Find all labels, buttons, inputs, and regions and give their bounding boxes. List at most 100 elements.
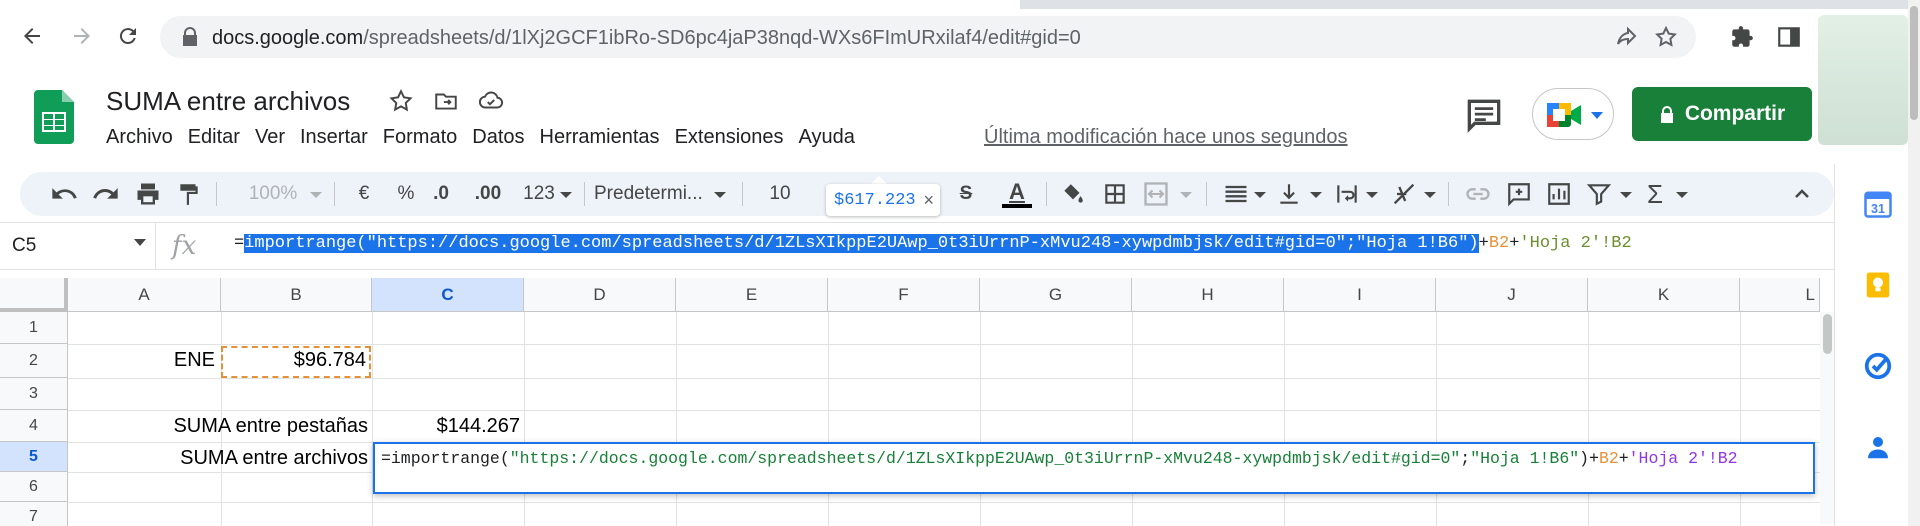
print-icon[interactable] [134, 180, 162, 208]
column-header-b[interactable]: B [221, 278, 372, 312]
extensions-icon[interactable] [1729, 24, 1755, 50]
column-header-a[interactable]: A [68, 278, 221, 312]
row-header-4[interactable]: 4 [0, 410, 68, 442]
row-header-1[interactable]: 1 [0, 312, 68, 344]
gridline [68, 410, 1834, 411]
menu-ayuda[interactable]: Ayuda [799, 126, 870, 156]
comments-icon[interactable] [1462, 94, 1506, 138]
increase-decimal-button[interactable]: .00 [470, 180, 506, 208]
menu-ver[interactable]: Ver [255, 126, 300, 156]
menu-extensiones[interactable]: Extensiones [675, 126, 799, 156]
filter-icon[interactable] [1586, 180, 1612, 208]
lock-icon[interactable] [178, 25, 202, 49]
close-icon[interactable]: × [923, 190, 934, 211]
bookmark-star-icon[interactable] [1654, 25, 1678, 49]
cell-c4[interactable]: $144.267 [372, 415, 520, 438]
address-bar[interactable]: docs.google.com/spreadsheets/d/1lXj2GCF1… [160, 16, 1696, 58]
row-header-2[interactable]: 2 [0, 344, 68, 378]
profile-thumbnail[interactable] [1818, 15, 1908, 145]
row-header-3[interactable]: 3 [0, 378, 68, 410]
tasks-icon[interactable] [1863, 351, 1893, 381]
menu-insertar[interactable]: Insertar [300, 126, 383, 156]
column-header-h[interactable]: H [1132, 278, 1284, 312]
active-tab[interactable] [0, 0, 1020, 9]
column-header-l[interactable]: L [1740, 278, 1820, 312]
paint-format-icon[interactable] [176, 180, 202, 208]
forward-button[interactable] [64, 18, 100, 54]
back-button[interactable] [14, 18, 50, 54]
font-size-input[interactable]: 10 [760, 180, 800, 208]
share-page-icon[interactable] [1614, 25, 1638, 49]
vertical-align-icon[interactable] [1276, 180, 1302, 208]
menu-datos[interactable]: Datos [472, 126, 539, 156]
spreadsheet-grid[interactable]: A B C D E F G H I J K L 1 2 3 4 5 6 7 EN… [0, 278, 1834, 526]
fill-color-icon[interactable] [1060, 180, 1086, 208]
separator [742, 182, 743, 206]
zoom-select[interactable]: 100% [238, 180, 308, 208]
cell-a2[interactable]: ENE [68, 349, 215, 372]
row-header-6[interactable]: 6 [0, 472, 68, 502]
scrollbar-thumb[interactable] [1823, 314, 1832, 354]
column-header-i[interactable]: I [1284, 278, 1436, 312]
row-header-7[interactable]: 7 [0, 502, 68, 526]
meet-dropdown-caret [1591, 112, 1603, 119]
functions-icon[interactable]: Σ [1642, 179, 1668, 209]
share-button[interactable]: Compartir [1632, 87, 1812, 141]
more-formats-button[interactable]: 123 [520, 180, 558, 208]
undo-icon[interactable] [50, 180, 78, 208]
text-color-button[interactable]: A [1002, 180, 1032, 208]
cloud-saved-icon[interactable] [478, 88, 504, 114]
insert-comment-icon[interactable] [1506, 180, 1532, 208]
side-panel-icon[interactable] [1776, 24, 1802, 50]
horizontal-align-icon[interactable] [1222, 180, 1250, 208]
vertical-scrollbar[interactable] [1820, 312, 1834, 524]
column-header-e[interactable]: E [676, 278, 828, 312]
column-header-f[interactable]: F [828, 278, 980, 312]
formula-input[interactable]: =importrange("https://docs.google.com/sp… [234, 234, 1632, 253]
menu-herramientas[interactable]: Herramientas [540, 126, 675, 156]
formula-result-tooltip: $617.223 × [826, 184, 940, 216]
column-header-c[interactable]: C [372, 278, 524, 312]
decrease-decimal-button[interactable]: .0 [426, 180, 456, 208]
meet-button[interactable] [1532, 88, 1614, 140]
strikethrough-button[interactable]: S [954, 180, 978, 208]
url-text: docs.google.com/spreadsheets/d/1lXj2GCF1… [212, 27, 1081, 49]
contacts-icon[interactable] [1863, 432, 1893, 462]
name-box[interactable]: C5 [0, 223, 156, 269]
insert-chart-icon[interactable] [1546, 180, 1572, 208]
sheets-logo-icon[interactable] [34, 90, 74, 144]
chevron-up-icon[interactable] [1790, 180, 1814, 208]
font-select[interactable]: Predetermi... [594, 180, 714, 208]
menu-archivo[interactable]: Archivo [106, 126, 188, 156]
arrow-right-icon [74, 28, 90, 44]
reload-button[interactable] [110, 18, 146, 54]
column-header-g[interactable]: G [980, 278, 1132, 312]
last-edit-link[interactable]: Última modificación hace unos segundos [984, 126, 1348, 149]
text-wrap-icon[interactable] [1334, 180, 1360, 208]
calendar-icon[interactable]: 31 [1863, 189, 1893, 219]
merge-cells-icon[interactable] [1142, 180, 1170, 208]
currency-format-button[interactable]: € [352, 180, 376, 208]
redo-icon[interactable] [92, 180, 120, 208]
menu-formato[interactable]: Formato [383, 126, 472, 156]
row-header-5[interactable]: 5 [0, 442, 68, 472]
menu-editar[interactable]: Editar [188, 126, 255, 156]
copy-selection-border [221, 346, 371, 378]
formula-editor-text[interactable]: =importrange("https://docs.google.com/sp… [381, 448, 1801, 469]
column-header-k[interactable]: K [1588, 278, 1740, 312]
column-header-d[interactable]: D [524, 278, 676, 312]
insert-link-icon[interactable] [1464, 180, 1492, 208]
window-scrollbar[interactable] [1908, 0, 1920, 526]
move-folder-icon[interactable] [433, 88, 459, 114]
document-title[interactable]: SUMA entre archivos [106, 86, 350, 117]
column-header-j[interactable]: J [1436, 278, 1588, 312]
cell-c5-editor[interactable]: =importrange("https://docs.google.com/sp… [373, 442, 1815, 494]
text-rotation-icon[interactable] [1390, 180, 1418, 208]
star-icon[interactable] [388, 88, 414, 114]
keep-icon[interactable] [1863, 270, 1893, 300]
window-scrollbar-thumb[interactable] [1910, 6, 1918, 120]
zoom-caret [310, 192, 322, 198]
select-all-corner[interactable] [0, 278, 68, 312]
percent-format-button[interactable]: % [394, 180, 418, 208]
borders-icon[interactable] [1102, 180, 1128, 208]
